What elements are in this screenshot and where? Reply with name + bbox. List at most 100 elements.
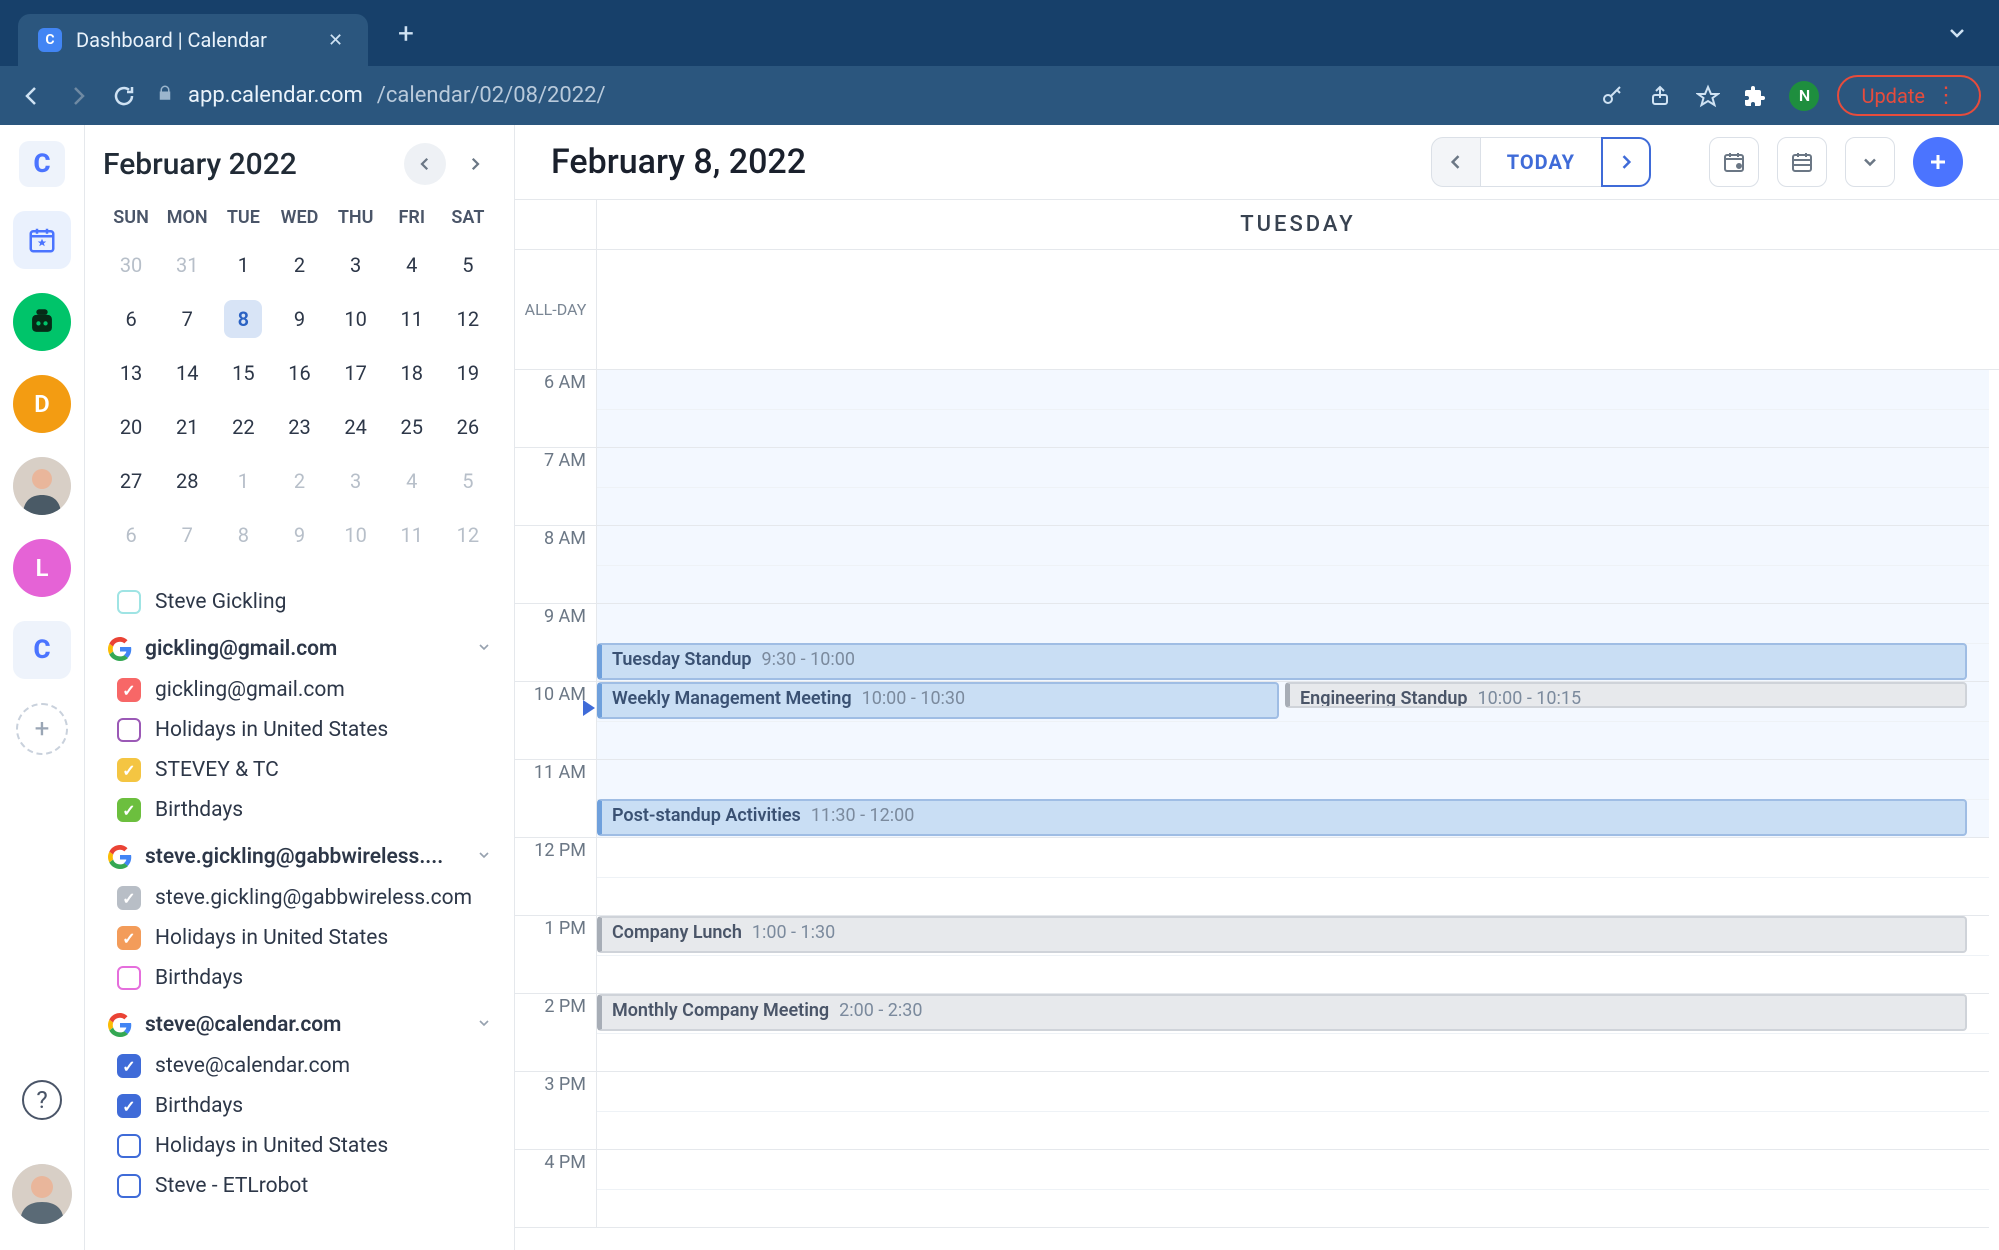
calendar-checkbox[interactable] <box>117 966 141 990</box>
minical-day[interactable]: 6 <box>103 508 159 562</box>
calendar-checkbox[interactable] <box>117 1134 141 1158</box>
minical-day[interactable]: 3 <box>328 238 384 292</box>
minical-day[interactable]: 10 <box>328 508 384 562</box>
calendar-group-header[interactable]: steve@calendar.com <box>103 998 496 1046</box>
minical-day[interactable]: 7 <box>159 508 215 562</box>
minical-day[interactable]: 16 <box>271 346 327 400</box>
prev-day-button[interactable] <box>1431 137 1481 187</box>
more-menu-button[interactable] <box>1845 137 1895 187</box>
minical-day[interactable]: 25 <box>384 400 440 454</box>
minical-day[interactable]: 12 <box>440 292 496 346</box>
minical-day[interactable]: 9 <box>271 292 327 346</box>
calendar-item[interactable]: Birthdays <box>113 958 496 998</box>
update-button[interactable]: Update ⋮ <box>1837 75 1981 116</box>
add-event-button[interactable] <box>1913 137 1963 187</box>
minical-day[interactable]: 1 <box>215 238 271 292</box>
calendar-item[interactable]: steve.gickling@gabbwireless.com <box>113 878 496 918</box>
minical-next-button[interactable] <box>454 143 496 185</box>
minical-day[interactable]: 3 <box>328 454 384 508</box>
minical-day[interactable]: 8 <box>215 292 271 346</box>
calendar-event[interactable]: Tuesday Standup9:30 - 10:00 <box>597 643 1967 680</box>
minical-day[interactable]: 20 <box>103 400 159 454</box>
minical-day[interactable]: 21 <box>159 400 215 454</box>
reload-button[interactable] <box>110 82 138 110</box>
minical-day[interactable]: 4 <box>384 238 440 292</box>
calendar-checkbox[interactable] <box>117 1094 141 1118</box>
dock-workspace-d[interactable]: D <box>13 375 71 433</box>
calendar-item[interactable]: gickling@gmail.com <box>113 670 496 710</box>
minical-day[interactable]: 13 <box>103 346 159 400</box>
profile-avatar[interactable]: N <box>1789 81 1819 111</box>
calendar-item[interactable]: Birthdays <box>113 1086 496 1126</box>
minical-day[interactable]: 5 <box>440 238 496 292</box>
minical-day[interactable]: 10 <box>328 292 384 346</box>
minical-day[interactable]: 31 <box>159 238 215 292</box>
back-button[interactable] <box>18 82 46 110</box>
dock-calendar-icon[interactable] <box>13 211 71 269</box>
minical-day[interactable]: 30 <box>103 238 159 292</box>
minical-day[interactable]: 18 <box>384 346 440 400</box>
calendar-checkbox[interactable] <box>117 1174 141 1198</box>
minical-day[interactable]: 12 <box>440 508 496 562</box>
extensions-icon[interactable] <box>1741 81 1771 111</box>
calendar-item[interactable]: Steve - ETLrobot <box>113 1166 496 1206</box>
calendar-checkbox[interactable] <box>117 758 141 782</box>
calendar-checkbox[interactable] <box>117 926 141 950</box>
minical-day[interactable]: 24 <box>328 400 384 454</box>
minical-day[interactable]: 22 <box>215 400 271 454</box>
calendar-group-header[interactable]: gickling@gmail.com <box>103 622 496 670</box>
minical-day[interactable]: 5 <box>440 454 496 508</box>
allday-cell[interactable] <box>597 250 1999 369</box>
minical-day[interactable]: 6 <box>103 292 159 346</box>
browser-tab[interactable]: C Dashboard | Calendar ✕ <box>18 14 368 66</box>
minical-day[interactable]: 15 <box>215 346 271 400</box>
tab-close-icon[interactable]: ✕ <box>328 30 348 50</box>
calendar-checkbox[interactable] <box>117 1054 141 1078</box>
minical-day[interactable]: 28 <box>159 454 215 508</box>
dock-workspace-robot[interactable] <box>13 293 71 351</box>
dock-workspace-l[interactable]: L <box>13 539 71 597</box>
calendar-checkbox[interactable] <box>117 798 141 822</box>
view-toggle-button[interactable] <box>1777 137 1827 187</box>
minical-day[interactable]: 23 <box>271 400 327 454</box>
user-avatar[interactable] <box>12 1164 72 1224</box>
minical-day[interactable]: 2 <box>271 238 327 292</box>
star-icon[interactable] <box>1693 81 1723 111</box>
calendar-event[interactable]: Weekly Management Meeting10:00 - 10:30 <box>597 682 1279 719</box>
minical-day[interactable]: 7 <box>159 292 215 346</box>
calendar-checkbox[interactable] <box>117 718 141 742</box>
calendar-item[interactable]: STEVEY & TC <box>113 750 496 790</box>
calendar-group-header[interactable]: steve.gickling@gabbwireless.... <box>103 830 496 878</box>
dock-workspace-photo[interactable] <box>13 457 71 515</box>
new-tab-button[interactable]: + <box>392 19 420 47</box>
minical-day[interactable]: 11 <box>384 508 440 562</box>
help-button[interactable]: ? <box>22 1080 62 1120</box>
calendar-event[interactable]: Monthly Company Meeting2:00 - 2:30 <box>597 994 1967 1031</box>
calendar-item[interactable]: Holidays in United States <box>113 918 496 958</box>
calendar-event[interactable]: Engineering Standup10:00 - 10:15 <box>1285 682 1967 708</box>
date-picker-button[interactable] <box>1709 137 1759 187</box>
calendar-item[interactable]: Steve Gickling <box>113 582 496 622</box>
calendar-event[interactable]: Post-standup Activities11:30 - 12:00 <box>597 799 1967 836</box>
calendar-checkbox[interactable] <box>117 678 141 702</box>
calendar-checkbox[interactable] <box>117 590 141 614</box>
forward-button[interactable] <box>64 82 92 110</box>
calendar-item[interactable]: Holidays in United States <box>113 710 496 750</box>
url-area[interactable]: app.calendar.com/calendar/02/08/2022/ <box>156 83 1579 108</box>
dock-workspace-calendar[interactable]: C <box>13 621 71 679</box>
tabs-chevron-icon[interactable] <box>1943 19 1971 47</box>
minical-day[interactable]: 19 <box>440 346 496 400</box>
minical-day[interactable]: 4 <box>384 454 440 508</box>
minical-day[interactable]: 2 <box>271 454 327 508</box>
minical-day[interactable]: 9 <box>271 508 327 562</box>
dock-add-button[interactable]: + <box>16 703 68 755</box>
minical-day[interactable]: 8 <box>215 508 271 562</box>
key-icon[interactable] <box>1597 81 1627 111</box>
today-button[interactable]: TODAY <box>1481 137 1601 187</box>
next-day-button[interactable] <box>1601 137 1651 187</box>
minical-day[interactable]: 1 <box>215 454 271 508</box>
calendar-item[interactable]: Holidays in United States <box>113 1126 496 1166</box>
calendar-item[interactable]: Birthdays <box>113 790 496 830</box>
minical-day[interactable]: 27 <box>103 454 159 508</box>
minical-day[interactable]: 26 <box>440 400 496 454</box>
